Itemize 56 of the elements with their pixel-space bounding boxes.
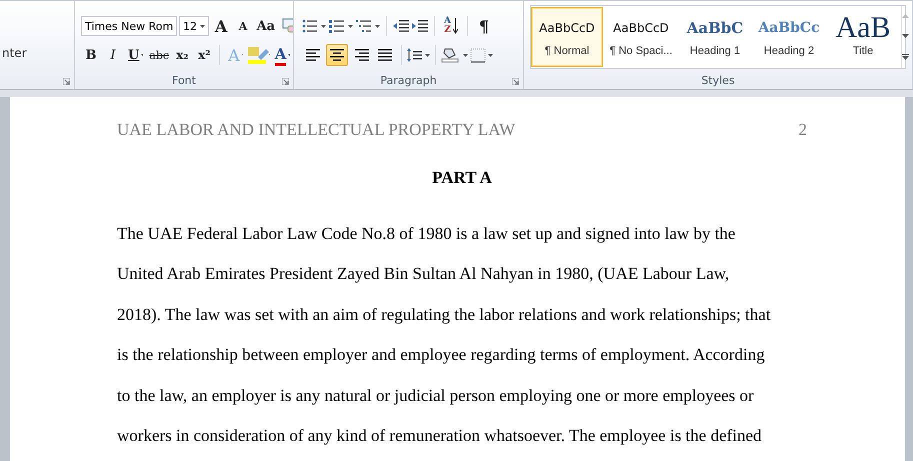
align-center-button[interactable]: [326, 44, 348, 66]
increase-indent-icon: [412, 19, 428, 33]
italic-button[interactable]: I: [103, 44, 123, 66]
dropdown-caret-icon: [463, 54, 468, 56]
group-label: Font: [171, 74, 197, 87]
align-lines-icon: [305, 48, 321, 62]
dialog-launcher-icon[interactable]: [282, 78, 289, 85]
underline-button[interactable]: U: [125, 44, 146, 66]
style-tile[interactable]: AaBbCcD ¶ No Spaci...: [605, 7, 677, 67]
dialog-launcher-icon[interactable]: [512, 78, 519, 85]
style-tile[interactable]: AaBbC Heading 1: [679, 7, 751, 67]
dropdown-caret-icon: [375, 24, 380, 28]
sort-button[interactable]: A Z: [441, 15, 461, 37]
down-arrow-icon: [452, 18, 458, 34]
strikethrough-button[interactable]: abc: [148, 44, 170, 66]
numbering-icon: [329, 19, 345, 33]
dropdown-caret-icon: [141, 54, 144, 56]
superscript-button[interactable]: x²: [194, 44, 214, 66]
bold-button[interactable]: B: [81, 44, 101, 66]
more-styles-icon[interactable]: [902, 54, 909, 60]
multilevel-list-icon: [356, 19, 372, 33]
style-tile[interactable]: AaB Title: [827, 7, 899, 67]
change-case-button[interactable]: Aa: [255, 15, 279, 37]
style-tile[interactable]: AaBbCc Heading 2: [753, 7, 825, 67]
borders-icon[interactable]: [470, 48, 486, 62]
clear-formatting-icon[interactable]: [280, 18, 293, 34]
center-button-label[interactable]: nter: [2, 46, 74, 60]
align-lines-icon: [329, 48, 345, 62]
shrink-font-button[interactable]: A: [233, 15, 254, 37]
font-size-field[interactable]: 12: [179, 16, 210, 36]
bullets-icon: [302, 19, 318, 33]
align-lines-icon: [353, 48, 369, 62]
dropdown-caret-icon: [488, 54, 493, 56]
font-color-button[interactable]: A: [272, 44, 293, 66]
decrease-indent-icon: [393, 19, 409, 33]
style-tile[interactable]: AaBbCcD ¶ Normal: [531, 7, 603, 67]
dropdown-caret-icon: [425, 54, 430, 56]
scroll-down-icon[interactable]: [902, 34, 909, 38]
dropdown-caret-icon: [200, 24, 206, 28]
page-number: 2: [798, 120, 807, 140]
shading-icon[interactable]: [441, 47, 461, 63]
group-label: Paragraph: [379, 74, 438, 87]
dropdown-caret-icon: [288, 54, 290, 56]
subscript-button[interactable]: x₂: [172, 44, 192, 66]
align-lines-icon: [377, 48, 393, 62]
line-spacing-icon: [407, 48, 423, 62]
body-paragraph: The UAE Federal Labor Law Code No.8 of 1980 is a law set up and signed into law by the United Arab Emirates President Zayed Bin Sultan Al Nahyan in 1980, (UAE Labour Law, 2018). The law was set with an aim of regulating the labor relations and work relationships; that is the relationship between employer and employee regarding terms of employment. According to the law, an employer is any natural or judicial person employing one or more employees or workers in consideration of any kind of remuneration whatsoever. The employee is the defined: [117, 223, 772, 448]
show-formatting-button[interactable]: ¶: [474, 15, 494, 37]
group-label: Styles: [700, 74, 736, 87]
section-heading: PART A: [431, 168, 493, 188]
font-name-field[interactable]: Times New Rom: [81, 16, 177, 36]
dropdown-caret-icon: [321, 24, 326, 28]
grow-font-button[interactable]: A: [211, 15, 232, 37]
dialog-launcher-icon[interactable]: [63, 78, 70, 85]
dropdown-caret-icon: [348, 24, 353, 28]
page-header: UAE LABOR AND INTELLECTUAL PROPERTY LAW: [117, 120, 516, 140]
